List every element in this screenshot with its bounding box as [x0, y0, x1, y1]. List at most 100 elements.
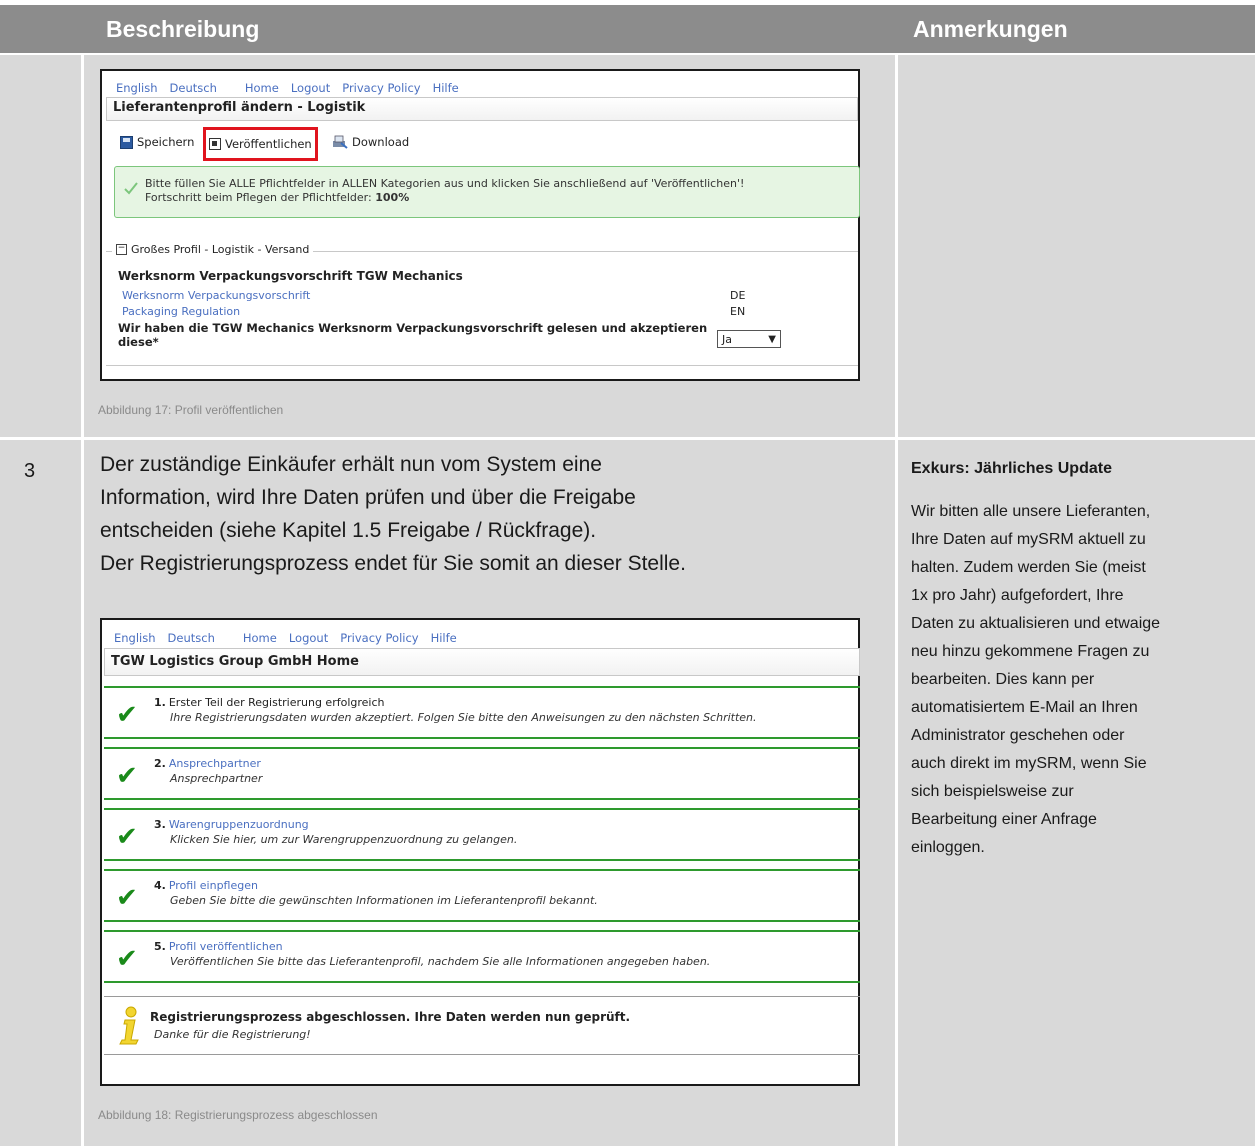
figure18-screenshot: English Deutsch Home Logout Privacy Policy Hi…	[100, 618, 860, 1086]
grid-line	[81, 55, 84, 1146]
note-line: automatisiertem E-Mail an Ihren	[911, 699, 1138, 716]
divider	[104, 996, 860, 997]
step-title[interactable]: 4. Profil einpflegen	[154, 879, 258, 892]
step-divider	[104, 808, 860, 810]
nav-home[interactable]: Home	[245, 81, 279, 95]
step-title-text: Erster Teil der Registrierung erfolgreic…	[168, 696, 385, 709]
step-row: ✔ 4. Profil einpflegen Geben Sie bitte die …	[102, 873, 858, 926]
link-packaging-lang: EN	[730, 305, 746, 318]
note-line: Bearbeitung einer Anfrage	[911, 811, 1097, 828]
check-icon: ✔	[116, 883, 138, 913]
publish-button[interactable]: Veröffentlichen	[203, 127, 318, 161]
link-werksnorm-lang: DE	[730, 289, 746, 302]
note-line: Wir bitten alle unsere Lieferanten,	[911, 503, 1151, 520]
check-icon: ✔	[116, 944, 138, 974]
step-divider	[104, 981, 860, 983]
step-title[interactable]: 2. Ansprechpartner	[154, 757, 261, 770]
header-notes: Anmerkungen	[913, 16, 1068, 42]
publish-icon	[209, 138, 221, 150]
step-title-text[interactable]: Warengruppenzuordnung	[169, 818, 309, 831]
note-line: halten. Zudem werden Sie (meist	[911, 559, 1146, 576]
step-number: 3.	[154, 818, 166, 831]
note-line: neu hinzu gekommene Fragen zu	[911, 643, 1150, 660]
nav-logout[interactable]: Logout	[289, 631, 328, 645]
collapse-icon[interactable]: −	[116, 244, 127, 255]
step-title-text[interactable]: Profil einpflegen	[169, 879, 258, 892]
nav-links: English Deutsch Home Logout Privacy Policy Hi…	[114, 631, 469, 645]
note-title: Exkurs: Jährliches Update	[911, 460, 1112, 477]
nav-english[interactable]: English	[116, 81, 158, 95]
final-desc: Danke für die Registrierung!	[154, 1028, 311, 1041]
answer-select[interactable]: Ja ▼	[717, 330, 781, 348]
note-line: Ihre Daten auf mySRM aktuell zu	[911, 531, 1146, 548]
nav-privacy[interactable]: Privacy Policy	[342, 81, 420, 95]
step-description: Geben Sie bitte die gewünschten Informat…	[170, 894, 598, 907]
download-icon	[333, 135, 348, 149]
row-number: 3	[24, 460, 36, 482]
page-title: TGW Logistics Group GmbH Home	[104, 648, 860, 676]
nav-english[interactable]: English	[114, 631, 156, 645]
divider	[106, 365, 858, 366]
step-divider	[104, 859, 860, 861]
step-divider	[104, 737, 860, 739]
step-description: Ansprechpartner	[170, 772, 263, 785]
step-divider	[104, 920, 860, 922]
progress-value: 100%	[375, 191, 410, 204]
save-icon	[120, 135, 133, 149]
step-number: 2.	[154, 757, 166, 770]
grid-line	[895, 55, 898, 1146]
toolbar: Speichern Veröffentlichen Download	[102, 127, 858, 161]
message-line2: Fortschritt beim Pflegen der Pflichtfeld…	[145, 191, 410, 204]
note-line: Administrator geschehen oder	[911, 727, 1125, 744]
step-title[interactable]: 3. Warengruppenzuordnung	[154, 818, 309, 831]
figure17-screenshot: English Deutsch Home Logout Privacy Policy Hi…	[100, 69, 860, 381]
step-row: ✔ 5. Profil veröffentlichen Veröffentlichen…	[102, 934, 858, 987]
step-row: ✔ 2. Ansprechpartner Ansprechpartner	[102, 751, 858, 804]
chevron-down-icon: ▼	[768, 333, 776, 345]
figure17-caption: Abbildung 17: Profil veröffentlichen	[98, 403, 284, 417]
check-icon: ✔	[116, 700, 138, 730]
header-description: Beschreibung	[106, 16, 260, 42]
check-icon	[124, 182, 138, 195]
step-title: 1. Erster Teil der Registrierung erfolgre…	[154, 696, 385, 709]
step-divider	[104, 747, 860, 749]
message-line1: Bitte füllen Sie ALLE Pflichtfelder in A…	[145, 177, 745, 190]
note-line: auch direkt im mySRM, wenn Sie	[911, 755, 1147, 772]
note-line: bearbeiten. Dies kann per	[911, 671, 1095, 688]
step-divider	[104, 686, 860, 688]
nav-logout[interactable]: Logout	[291, 81, 330, 95]
step-title[interactable]: 5. Profil veröffentlichen	[154, 940, 283, 953]
section-title: Werksnorm Verpackungsvorschrift TGW Mech…	[118, 269, 463, 283]
divider	[104, 1054, 860, 1055]
step-divider	[104, 930, 860, 932]
link-packaging[interactable]: Packaging Regulation	[122, 305, 240, 318]
step-number: 1.	[154, 696, 166, 709]
step-description: Klicken Sie hier, um zur Warengruppenzuo…	[170, 833, 518, 846]
description-text: Der zuständige Einkäufer erhält nun vom …	[100, 453, 686, 575]
nav-deutsch[interactable]: Deutsch	[168, 631, 215, 645]
info-icon	[119, 1006, 139, 1045]
step-divider	[104, 798, 860, 800]
note-line: sich beispielsweise zur	[911, 783, 1074, 800]
nav-help[interactable]: Hilfe	[431, 631, 457, 645]
save-button[interactable]: Speichern	[120, 135, 194, 149]
nav-privacy[interactable]: Privacy Policy	[340, 631, 418, 645]
question-label: Wir haben die TGW Mechanics Werksnorm Ve…	[118, 321, 708, 349]
step-row: ✔ 1. Erster Teil der Registrierung erfolgr…	[102, 690, 858, 743]
nav-home[interactable]: Home	[243, 631, 277, 645]
download-button[interactable]: Download	[332, 135, 409, 149]
section-legend[interactable]: − Großes Profil - Logistik - Versand	[112, 243, 314, 256]
nav-deutsch[interactable]: Deutsch	[170, 81, 217, 95]
page-title: Lieferantenprofil ändern - Logistik	[106, 97, 858, 121]
step-description: Veröffentlichen Sie bitte das Lieferante…	[170, 955, 711, 968]
figure18-caption: Abbildung 18: Registrierungsprozess abge…	[98, 1108, 378, 1122]
note-line: Daten zu aktualisieren und etwaige	[911, 615, 1161, 632]
nav-help[interactable]: Hilfe	[433, 81, 459, 95]
grid-line	[0, 437, 1255, 440]
check-icon: ✔	[116, 822, 138, 852]
step-number: 5.	[154, 940, 166, 953]
step-title-text[interactable]: Profil veröffentlichen	[169, 940, 283, 953]
step-title-text[interactable]: Ansprechpartner	[169, 757, 261, 770]
link-werksnorm[interactable]: Werksnorm Verpackungsvorschrift	[122, 289, 310, 302]
note-line: einloggen.	[911, 839, 985, 856]
